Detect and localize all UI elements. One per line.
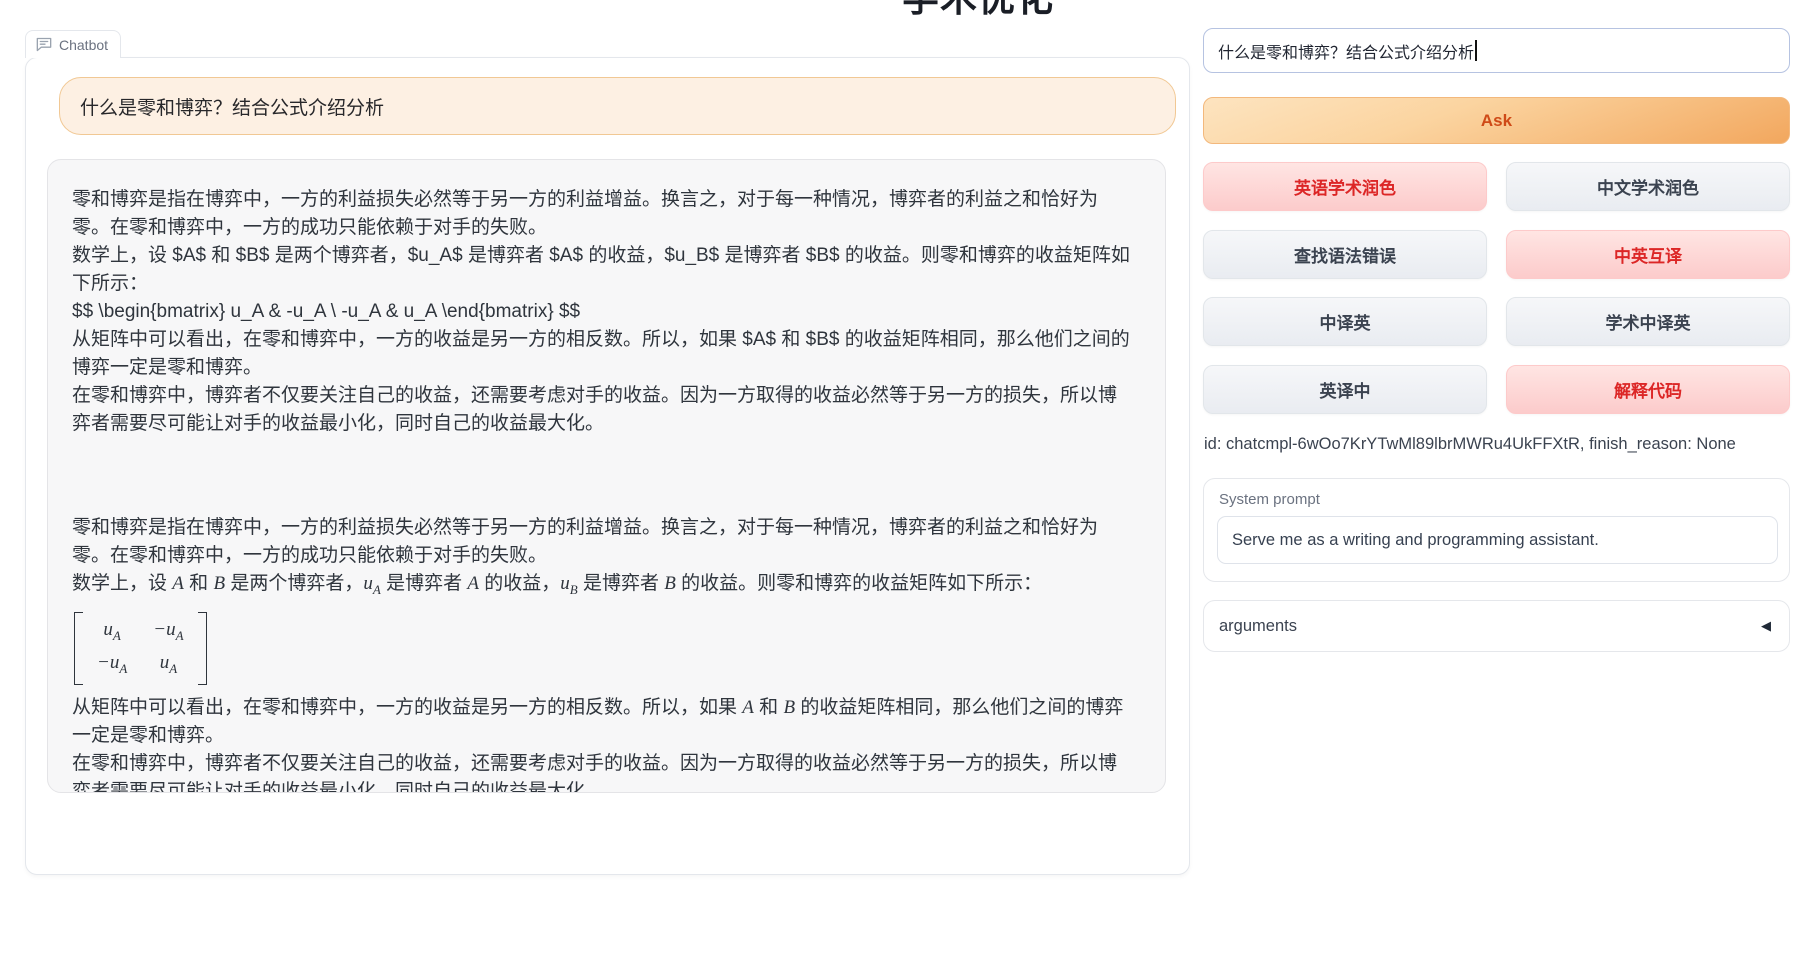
- quick-button-zh-to-en[interactable]: 中译英: [1203, 297, 1487, 346]
- arguments-accordion-label: arguments: [1219, 617, 1297, 636]
- system-prompt-input[interactable]: Serve me as a writing and programming as…: [1217, 516, 1778, 564]
- quick-button-zh-en-translate[interactable]: 中英互译: [1506, 230, 1790, 279]
- math-var: A: [467, 573, 479, 594]
- bot-paragraph: 从矩阵中可以看出，在零和博弈中，一方的收益是另一方的相反数。所以，如果 $A$ …: [72, 326, 1135, 382]
- chatbot-panel: Chatbot 什么是零和博弈？结合公式介绍分析 零和博弈是指在博弈中，一方的利…: [25, 57, 1190, 875]
- bot-message-bubble: 零和博弈是指在博弈中，一方的利益损失必然等于另一方的利益增益。换言之，对于每一种…: [47, 159, 1166, 793]
- matrix-cell: −uA: [97, 649, 127, 682]
- user-message-bubble: 什么是零和博弈？结合公式介绍分析: [59, 77, 1176, 135]
- matrix-cell: uA: [153, 649, 183, 682]
- quick-button-explain-code[interactable]: 解释代码: [1506, 365, 1790, 414]
- quick-button-find-grammar[interactable]: 查找语法错误: [1203, 230, 1487, 279]
- response-status-line: id: chatcmpl-6wOo7KrYTwMl89lbrMWRu4UkFFX…: [1204, 435, 1736, 454]
- math-var: uA: [363, 573, 380, 594]
- math-var: B: [213, 573, 225, 594]
- matrix-right-bracket: [198, 612, 207, 686]
- math-var: uB: [560, 573, 577, 594]
- matrix-cell: uA: [97, 616, 127, 649]
- quick-button-academic-zh-en[interactable]: 学术中译英: [1506, 297, 1790, 346]
- bot-paragraph: 数学上，设 $A$ 和 $B$ 是两个博弈者，$u_A$ 是博弈者 $A$ 的收…: [72, 242, 1135, 298]
- bot-paragraph-mathline: 从矩阵中可以看出，在零和博弈中，一方的收益是另一方的相反数。所以，如果 A 和 …: [72, 694, 1135, 750]
- user-message-text: 什么是零和博弈？结合公式介绍分析: [80, 93, 384, 120]
- page-title: 学术优化: [902, 0, 1054, 22]
- accordion-collapse-icon: ◀: [1761, 618, 1771, 634]
- math-matrix: uA −uA −uA uA: [74, 612, 207, 686]
- quick-button-chinese-polish[interactable]: 中文学术润色: [1506, 162, 1790, 211]
- bot-paragraph-mathline: 数学上，设 A 和 B 是两个博弈者，uA 是博弈者 A 的收益，uB 是博弈者…: [72, 570, 1135, 604]
- math-var: A: [172, 573, 184, 594]
- math-var: A: [742, 697, 754, 718]
- question-input[interactable]: 什么是零和博弈？结合公式介绍分析: [1203, 28, 1790, 73]
- chatbot-label: Chatbot: [25, 30, 121, 58]
- bot-paragraph: 在零和博弈中，博弈者不仅要关注自己的收益，还需要考虑对手的收益。因为一方取得的收…: [72, 750, 1135, 793]
- system-prompt-label: System prompt: [1219, 491, 1776, 508]
- paragraph-gap: [72, 438, 1135, 514]
- quick-button-english-polish[interactable]: 英语学术润色: [1203, 162, 1487, 211]
- bot-paragraph: 在零和博弈中，博弈者不仅要关注自己的收益，还需要考虑对手的收益。因为一方取得的收…: [72, 382, 1135, 438]
- system-prompt-value: Serve me as a writing and programming as…: [1232, 531, 1599, 550]
- chat-bubble-icon: [36, 37, 52, 52]
- math-var: B: [783, 697, 795, 718]
- chatbot-label-text: Chatbot: [59, 37, 108, 53]
- system-prompt-group: System prompt Serve me as a writing and …: [1203, 478, 1790, 582]
- bot-paragraph: 零和博弈是指在博弈中，一方的利益损失必然等于另一方的利益增益。换言之，对于每一种…: [72, 186, 1135, 242]
- app-root: 学术优化 Chatbot 什么是零和博弈？结合公式介绍分析 零和博弈是指在博弈中…: [0, 0, 1814, 961]
- bot-paragraph-latex: $$ \begin{bmatrix} u_A & -u_A \ -u_A & u…: [72, 298, 1135, 326]
- arguments-accordion[interactable]: arguments ◀: [1203, 600, 1790, 652]
- question-input-value: 什么是零和博弈？结合公式介绍分析: [1218, 39, 1474, 63]
- bot-paragraph: 零和博弈是指在博弈中，一方的利益损失必然等于另一方的利益增益。换言之，对于每一种…: [72, 514, 1135, 570]
- matrix-left-bracket: [74, 612, 83, 686]
- text-caret: [1475, 40, 1477, 61]
- math-var: B: [664, 573, 676, 594]
- quick-button-en-to-zh[interactable]: 英译中: [1203, 365, 1487, 414]
- matrix-cell: −uA: [153, 616, 183, 649]
- ask-button[interactable]: Ask: [1203, 97, 1790, 144]
